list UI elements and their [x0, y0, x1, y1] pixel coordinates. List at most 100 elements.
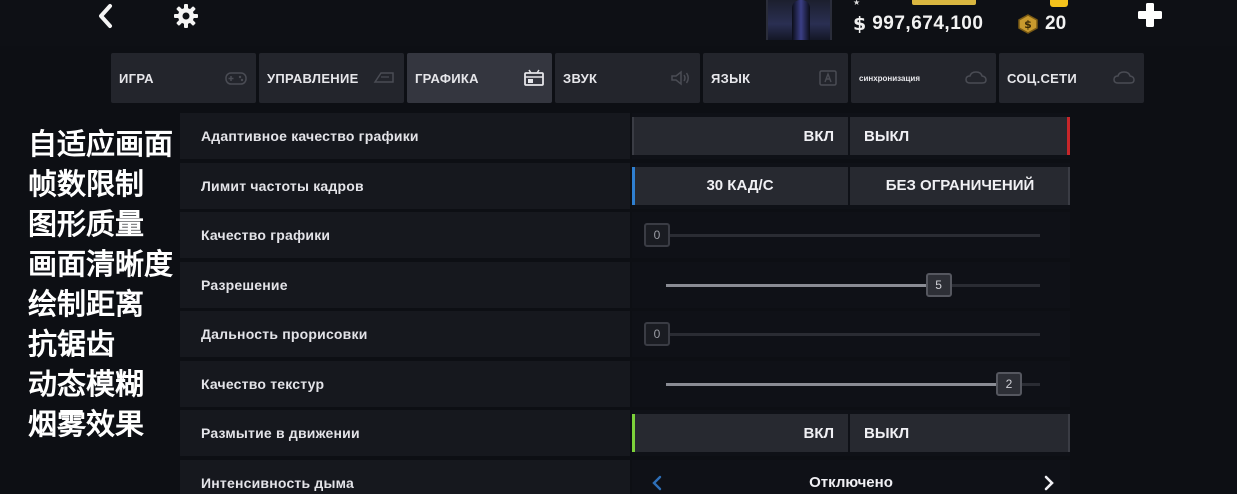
slider-knob[interactable]: 5	[925, 272, 952, 297]
level-progress-bar	[912, 0, 976, 5]
setting-label: Размытие в движении	[180, 410, 630, 456]
setting-label: Интенсивность дыма	[180, 459, 630, 494]
setting-control: Отключено	[632, 459, 1070, 494]
tab-controls[interactable]: УПРАВЛЕНИЕ	[259, 53, 404, 103]
coins-display: $ 20	[1017, 11, 1066, 37]
setting-row-motion-blur: Размытие в движении ВКЛ ВЫКЛ	[180, 410, 1070, 456]
chevron-left-icon	[99, 4, 112, 28]
top-bar: ★ $ 997,674,100 $ 20	[0, 0, 1237, 46]
setting-row-graphics-quality: Качество графики 0	[180, 212, 1070, 258]
settings-tabs: ИГРА УПРАВЛЕНИЕ ГРАФИКА ЗВУК ЯЗЫК синхро…	[111, 53, 1144, 103]
slider-knob[interactable]: 0	[644, 223, 670, 247]
tab-label: ГРАФИКА	[415, 70, 479, 86]
tab-graphics[interactable]: ГРАФИКА	[407, 53, 552, 103]
svg-text:$: $	[1024, 18, 1032, 31]
setting-control: 0	[632, 212, 1070, 258]
option-label: ВЫКЛ	[864, 424, 910, 442]
chevron-right-icon[interactable]	[1042, 473, 1056, 493]
tab-language[interactable]: ЯЗЫК	[703, 53, 848, 103]
caption-line: 帧数限制	[28, 167, 145, 201]
graphics-icon	[524, 69, 544, 86]
gamepad-icon	[225, 72, 247, 85]
language-icon	[819, 70, 837, 86]
slider-track[interactable]	[666, 333, 1040, 336]
setting-row-texture-quality: Качество текстур 2	[180, 360, 1070, 407]
caption-line: 烟雾效果	[28, 407, 145, 441]
setting-control: ВКЛ ВЫКЛ	[632, 410, 1070, 456]
option-on-button[interactable]: ВКЛ	[632, 117, 848, 155]
caption-line: 画面清晰度	[28, 247, 174, 281]
tab-social[interactable]: СОЦ.СЕТИ	[999, 53, 1144, 103]
slider-fill	[666, 283, 934, 287]
option-30fps-button[interactable]: 30 КАД/С	[632, 166, 848, 205]
selected-indicator	[632, 166, 635, 205]
option-label: ВКЛ	[803, 424, 834, 442]
option-edge	[1068, 166, 1070, 205]
money-value: 997,674,100	[872, 13, 984, 34]
setting-label: Лимит частоты кадров	[180, 162, 630, 209]
cloud-icon	[965, 71, 987, 84]
speaker-icon	[671, 70, 689, 86]
tab-label: ЗВУК	[563, 70, 598, 86]
avatar-figure	[792, 0, 810, 40]
caption-line: 抗锯齿	[28, 327, 116, 361]
option-off-button[interactable]: ВЫКЛ	[850, 414, 1070, 452]
setting-row-fps-limit: Лимит частоты кадров 30 КАД/С БЕЗ ОГРАНИ…	[180, 162, 1070, 209]
overlay-captions: 自适应画面 帧数限制 图形质量 画面清晰度 绘制距离 抗锯齿 动态模糊 烟雾效果	[28, 124, 198, 444]
tab-label: ИГРА	[119, 70, 154, 86]
level-badge	[1050, 0, 1068, 7]
slider-track[interactable]	[666, 234, 1040, 237]
add-currency-button[interactable]	[1134, 0, 1166, 30]
option-edge	[632, 117, 634, 155]
option-off-button[interactable]: ВЫКЛ	[850, 117, 1070, 155]
setting-control: 5	[632, 261, 1070, 308]
selected-indicator	[1067, 117, 1070, 155]
option-unlimited-button[interactable]: БЕЗ ОГРАНИЧЕНИЙ	[850, 166, 1070, 205]
plus-icon	[1138, 3, 1162, 27]
controller-icon	[373, 72, 394, 83]
coins-value: 20	[1045, 13, 1067, 34]
setting-label: Качество графики	[180, 212, 630, 258]
option-on-button[interactable]: ВКЛ	[632, 414, 848, 452]
chevron-left-icon[interactable]	[650, 473, 664, 493]
rank-icon: ★	[853, 0, 861, 7]
setting-control: 2	[632, 360, 1070, 407]
option-label: 30 КАД/С	[706, 177, 774, 194]
setting-control: 30 КАД/С БЕЗ ОГРАНИЧЕНИЙ	[632, 162, 1070, 209]
tab-sound[interactable]: ЗВУК	[555, 53, 700, 103]
dollar-icon: $	[853, 13, 867, 35]
setting-label: Качество текстур	[180, 360, 630, 407]
option-label: ВЫКЛ	[864, 127, 910, 145]
setting-label: Адаптивное качество графики	[180, 113, 630, 159]
settings-button[interactable]	[172, 2, 200, 30]
coin-icon: $	[1017, 14, 1039, 34]
setting-row-resolution: Разрешение 5	[180, 261, 1070, 308]
graphics-settings-list: Адаптивное качество графики ВКЛ ВЫКЛ Лим…	[180, 113, 1070, 494]
tab-label: синхронизация	[859, 73, 920, 83]
money-display: $ 997,674,100	[853, 11, 983, 37]
tab-label: ЯЗЫК	[711, 70, 751, 86]
setting-label: Разрешение	[180, 261, 630, 308]
setting-control: ВКЛ ВЫКЛ	[632, 113, 1070, 159]
option-selector: Отключено	[632, 464, 1070, 494]
gear-icon	[174, 4, 198, 28]
setting-row-draw-distance: Дальность прорисовки 0	[180, 311, 1070, 357]
setting-row-adaptive-quality: Адаптивное качество графики ВКЛ ВЫКЛ	[180, 113, 1070, 159]
back-button[interactable]	[92, 2, 120, 30]
caption-line: 绘制距离	[28, 287, 145, 321]
player-avatar[interactable]	[766, 0, 832, 40]
tab-sync[interactable]: синхронизация	[851, 53, 996, 103]
selected-indicator	[632, 414, 635, 452]
slider-knob[interactable]: 2	[996, 371, 1022, 396]
slider-fill	[666, 382, 1000, 386]
setting-label: Дальность прорисовки	[180, 311, 630, 357]
tab-game[interactable]: ИГРА	[111, 53, 256, 103]
caption-line: 图形质量	[28, 207, 145, 241]
tab-label: СОЦ.СЕТИ	[1007, 70, 1078, 86]
tab-label: УПРАВЛЕНИЕ	[267, 70, 359, 86]
setting-control: 0	[632, 311, 1070, 357]
slider-knob[interactable]: 0	[644, 322, 670, 346]
cloud-icon	[1113, 71, 1135, 84]
setting-row-smoke-intensity: Интенсивность дыма Отключено	[180, 459, 1070, 494]
caption-line: 动态模糊	[28, 367, 145, 401]
